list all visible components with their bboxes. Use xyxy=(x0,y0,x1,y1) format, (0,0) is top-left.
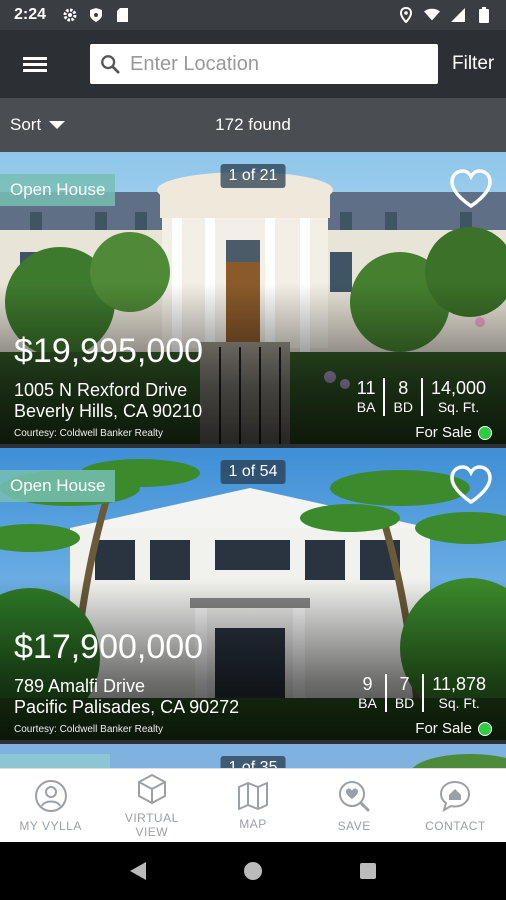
tab-label: MY VYLLA xyxy=(19,818,82,833)
baths-value: 11 xyxy=(356,378,376,398)
address-line-1: 1005 N Rexford Drive xyxy=(14,380,188,400)
status-dot-icon xyxy=(478,425,492,440)
listing-card[interactable]: Open House 1 of 54 $17,900,000 789 Amalf… xyxy=(0,448,506,740)
open-house-badge: Open House xyxy=(0,470,116,502)
baths-label: BA xyxy=(356,399,376,415)
tab-label: VIRTUAL VIEW xyxy=(124,810,179,839)
search-input[interactable] xyxy=(129,52,428,76)
menu-icon[interactable] xyxy=(0,30,70,98)
listing-stats: 11 BA 8 BD 14,000 Sq. Ft. xyxy=(349,378,494,416)
listing-status: For Sale xyxy=(415,720,492,737)
sort-bar: Sort 172 found xyxy=(0,98,506,152)
tab-label: CONTACT xyxy=(425,818,486,833)
sqft-value: 14,000 xyxy=(430,378,486,398)
listing-courtesy: Courtesy: Coldwell Banker Realty xyxy=(14,428,163,439)
sqft-stat: 11,878 Sq. Ft. xyxy=(422,674,494,712)
cube-icon xyxy=(137,773,166,804)
caret-down-icon xyxy=(49,121,66,129)
location-icon xyxy=(398,7,414,23)
status-text: For Sale xyxy=(415,424,472,441)
address-line-2: Beverly Hills, CA 90210 xyxy=(14,401,203,421)
search-box[interactable] xyxy=(90,44,438,84)
open-house-badge: Open House xyxy=(0,174,116,206)
baths-stat: 9 BA xyxy=(350,674,385,712)
beds-stat: 8 BD xyxy=(383,378,420,416)
tab-map[interactable]: MAP xyxy=(202,769,303,842)
recents-icon[interactable] xyxy=(348,851,388,891)
listing-address: 1005 N Rexford Drive Beverly Hills, CA 9… xyxy=(14,380,202,422)
search-icon xyxy=(101,55,120,74)
beds-value: 8 xyxy=(398,378,409,398)
listing-status: For Sale xyxy=(415,424,492,441)
address-line-2: Pacific Palisades, CA 90272 xyxy=(14,697,240,717)
tab-label: SAVE xyxy=(337,818,371,833)
tab-contact[interactable]: CONTACT xyxy=(405,769,506,842)
app-bar: Filter xyxy=(0,30,506,98)
shield-icon xyxy=(88,7,104,23)
map-icon xyxy=(238,781,268,810)
tab-virtual-view[interactable]: VIRTUAL VIEW xyxy=(101,769,202,842)
listing-feed[interactable]: Open House 1 of 21 $19,995,000 1005 N Re… xyxy=(0,152,506,768)
signal-icon xyxy=(450,7,466,23)
listing-courtesy: Courtesy: Coldwell Banker Realty xyxy=(14,724,163,735)
tab-my-vylla[interactable]: MY VYLLA xyxy=(0,769,101,842)
sqft-label: Sq. Ft. xyxy=(437,399,480,415)
photo-counter: 1 of 35 xyxy=(220,756,286,768)
sqft-label: Sq. Ft. xyxy=(438,695,480,711)
beds-label: BD xyxy=(394,695,415,711)
photo-counter: 1 of 54 xyxy=(220,460,286,484)
bottom-tab-bar: MY VYLLA VIRTUAL VIEW MAP SAVE CONTACT xyxy=(0,768,506,842)
heart-icon[interactable] xyxy=(448,464,494,506)
status-text: For Sale xyxy=(415,720,472,737)
listing-card[interactable]: Open House 1 of 21 $19,995,000 1005 N Re… xyxy=(0,152,506,444)
photo-counter: 1 of 21 xyxy=(220,164,286,188)
back-icon[interactable] xyxy=(118,851,158,891)
heart-icon[interactable] xyxy=(448,168,494,210)
baths-value: 9 xyxy=(362,674,373,694)
status-bar: 2:24 xyxy=(0,0,506,30)
tab-label: MAP xyxy=(239,816,267,831)
heart-search-icon xyxy=(339,780,370,811)
beds-stat: 7 BD xyxy=(384,674,422,712)
filter-button[interactable]: Filter xyxy=(452,53,494,75)
sqft-value: 11,878 xyxy=(432,674,486,694)
battery-icon xyxy=(476,7,492,23)
sort-label: Sort xyxy=(10,115,42,134)
sqft-stat: 14,000 Sq. Ft. xyxy=(420,378,494,416)
baths-stat: 11 BA xyxy=(349,378,384,416)
sort-dropdown[interactable]: Sort xyxy=(10,115,66,135)
gear-icon xyxy=(62,7,78,23)
listing-price: $19,995,000 xyxy=(14,332,204,370)
sd-card-icon xyxy=(114,7,130,23)
address-line-1: 789 Amalfi Drive xyxy=(14,676,146,696)
home-chat-icon xyxy=(440,780,471,812)
status-dot-icon xyxy=(478,721,492,736)
listing-price: $17,900,000 xyxy=(14,628,204,666)
home-icon[interactable] xyxy=(233,851,273,891)
listing-card[interactable]: 1 of 35 xyxy=(0,744,506,768)
wifi-icon xyxy=(424,7,440,23)
results-count: 172 found xyxy=(215,115,291,134)
status-time: 2:24 xyxy=(14,6,47,23)
beds-label: BD xyxy=(393,399,413,415)
listing-address: 789 Amalfi Drive Pacific Palisades, CA 9… xyxy=(14,676,239,718)
tab-save[interactable]: SAVE xyxy=(304,769,405,842)
listing-stats: 9 BA 7 BD 11,878 Sq. Ft. xyxy=(350,674,494,712)
baths-label: BA xyxy=(358,695,377,711)
system-nav-bar xyxy=(0,842,506,900)
beds-value: 7 xyxy=(399,674,410,694)
user-circle-icon xyxy=(34,779,67,812)
